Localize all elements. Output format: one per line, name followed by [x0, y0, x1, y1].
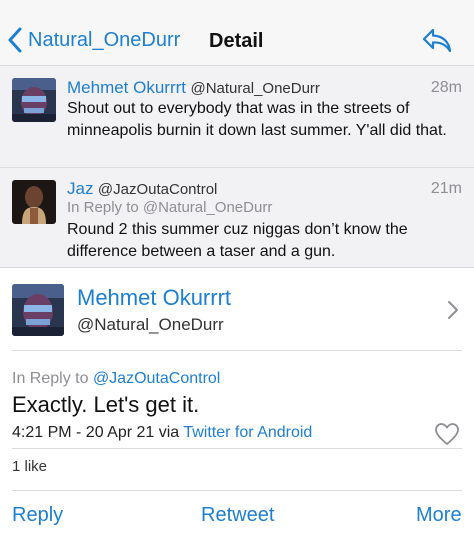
divider: [12, 350, 462, 351]
thread-tweet[interactable]: Mehmet Okurrrt @Natural_OneDurr 28m Shou…: [0, 66, 474, 168]
tweet-text: Shout out to everybody that was in the s…: [67, 100, 447, 139]
tweet-time: 28m: [430, 79, 462, 96]
tweet-time: 21m: [430, 180, 462, 197]
reply-button[interactable]: Reply: [12, 504, 63, 527]
nav-bar: Natural_OneDurr Detail: [0, 0, 474, 66]
avatar[interactable]: [12, 78, 56, 122]
avatar[interactable]: [12, 180, 56, 224]
in-reply-prefix: In Reply to: [12, 370, 89, 387]
page-title: Detail: [209, 30, 264, 52]
back-label[interactable]: Natural_OneDurr: [28, 26, 180, 54]
tweet-text: Round 2 this summer cuz niggas don’t kno…: [67, 221, 408, 260]
tweet-author-handle: @Natural_OneDurr: [190, 80, 320, 97]
tweet-author-handle: @JazOutaControl: [97, 181, 218, 198]
detail-author-name[interactable]: Mehmet Okurrrt: [77, 285, 231, 311]
tweet-meta: 4:21 PM - 20 Apr 21 via Twitter for Andr…: [12, 424, 312, 442]
reply-arrow-icon[interactable]: [421, 26, 453, 54]
back-button[interactable]: Natural_OneDurr: [8, 26, 180, 54]
avatar[interactable]: [12, 284, 64, 336]
heart-outline-icon[interactable]: [434, 422, 460, 446]
chevron-left-icon: [8, 27, 22, 53]
retweet-button[interactable]: Retweet: [201, 504, 274, 527]
in-reply-handle-link[interactable]: @JazOutaControl: [93, 370, 220, 387]
tweet-author-name[interactable]: Jaz: [67, 179, 93, 198]
tweet-header: Jaz @JazOutaControl: [67, 179, 217, 200]
thread-tweet[interactable]: Jaz @JazOutaControl 21m In Reply to @Nat…: [0, 168, 474, 268]
divider: [12, 490, 462, 491]
detail-author-handle: @Natural_OneDurr: [77, 315, 224, 334]
more-button[interactable]: More: [416, 504, 462, 527]
client-link[interactable]: Twitter for Android: [183, 424, 312, 441]
tweet-author-name[interactable]: Mehmet Okurrrt: [67, 78, 186, 97]
in-reply-to: In Reply to @JazOutaControl: [12, 370, 220, 388]
chevron-right-icon[interactable]: [447, 300, 459, 320]
tweet-header: Mehmet Okurrrt @Natural_OneDurr: [67, 78, 320, 99]
like-count[interactable]: 1 like: [12, 458, 47, 475]
in-reply-to: In Reply to @Natural_OneDurr: [67, 199, 273, 216]
tweet-timestamp: 4:21 PM - 20 Apr 21 via: [12, 424, 180, 441]
tweet-text: Exactly. Let's get it.: [12, 392, 200, 417]
divider: [12, 448, 462, 449]
